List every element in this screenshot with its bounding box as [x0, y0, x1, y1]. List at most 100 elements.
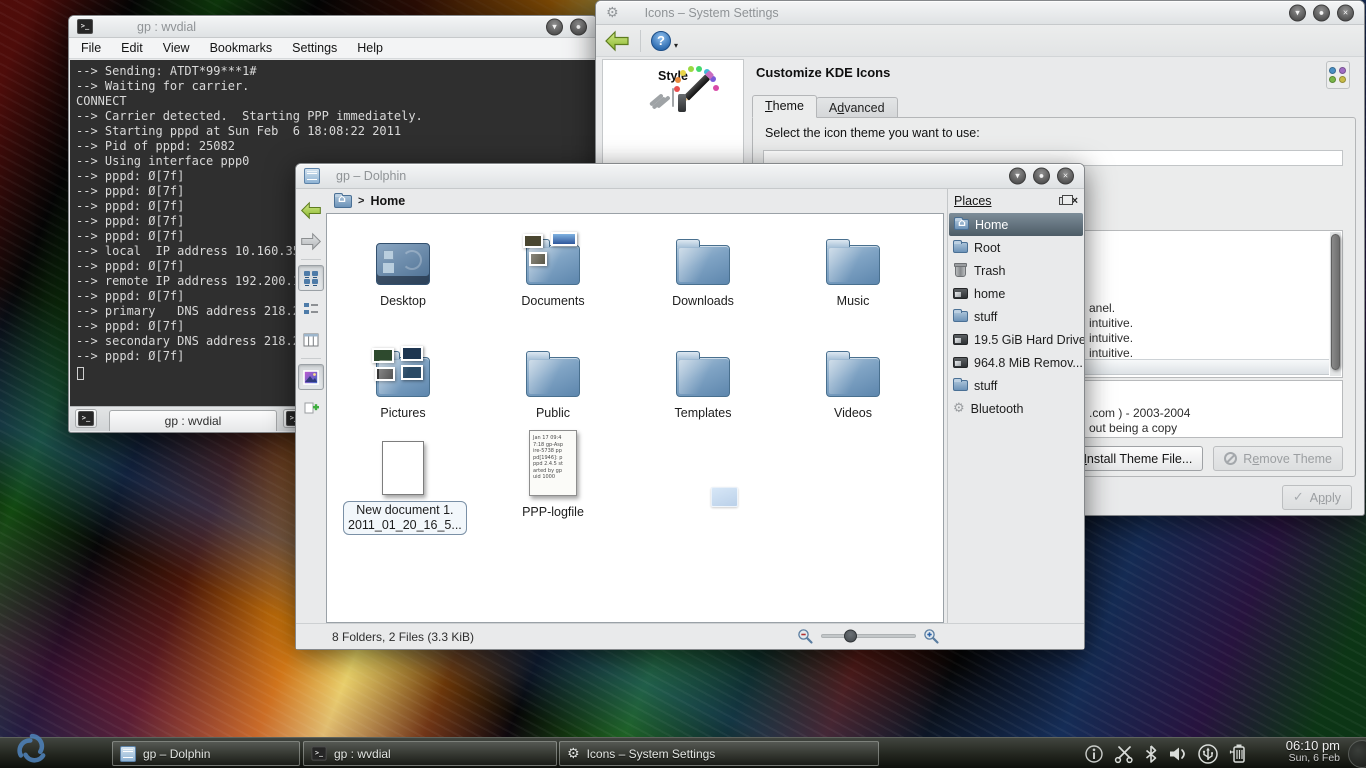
- places-item-hard-drive[interactable]: 19.5 GiB Hard Drive: [948, 328, 1084, 351]
- overview-icon[interactable]: [1326, 61, 1350, 89]
- new-tab-button[interactable]: >_: [75, 409, 97, 428]
- back-icon: [300, 201, 322, 220]
- task-label: gp : wvdial: [334, 747, 391, 761]
- sidebar-item-style[interactable]: Style: [603, 60, 743, 83]
- konsole-tab[interactable]: gp : wvdial: [109, 410, 277, 431]
- places-item-removable[interactable]: 964.8 MiB Remov...: [948, 351, 1084, 374]
- dolphin-window-title: gp – Dolphin: [336, 169, 406, 183]
- menu-edit[interactable]: Edit: [121, 41, 143, 55]
- forward-icon: [300, 232, 322, 251]
- clock[interactable]: 06:10 pm Sun, 6 Feb: [1286, 739, 1340, 765]
- places-item-root[interactable]: Root: [948, 236, 1084, 259]
- minimize-icon[interactable]: ▾: [1009, 168, 1026, 185]
- trash-icon: [955, 264, 966, 277]
- maximize-icon[interactable]: ●: [1033, 168, 1050, 185]
- folder-item-pictures[interactable]: Pictures: [343, 339, 463, 420]
- zoom-in-icon[interactable]: [923, 628, 940, 645]
- file-item-ppp-logfile[interactable]: Jan 17 09:4 7:18 gp-Asp ire-5738 pp pd[1…: [493, 426, 613, 519]
- folder-item-templates[interactable]: Templates: [643, 339, 763, 420]
- close-icon[interactable]: ×: [1337, 4, 1354, 21]
- forward-button[interactable]: [298, 228, 324, 254]
- bluetooth-icon[interactable]: [1143, 744, 1159, 764]
- folder-item-desktop[interactable]: Desktop: [343, 227, 463, 308]
- places-item-home-partition[interactable]: home: [948, 282, 1084, 305]
- battery-icon[interactable]: [1228, 743, 1248, 765]
- klipper-scissors-icon[interactable]: [1113, 744, 1134, 764]
- home-folder-icon[interactable]: [334, 195, 352, 208]
- task-system-settings[interactable]: ⚙ Icons – System Settings: [559, 741, 879, 766]
- places-header: Places: [954, 194, 1055, 208]
- places-item-home[interactable]: Home: [949, 213, 1083, 236]
- folder-item-documents[interactable]: Documents: [493, 227, 613, 308]
- panel-cashew-icon[interactable]: [1348, 740, 1366, 768]
- blank-document-icon: [382, 441, 424, 495]
- close-icon[interactable]: ×: [1057, 168, 1074, 185]
- menu-settings[interactable]: Settings: [292, 41, 337, 55]
- task-label: gp – Dolphin: [143, 747, 210, 761]
- folder-item-public[interactable]: Public: [493, 339, 613, 420]
- places-item-stuff[interactable]: stuff: [948, 305, 1084, 328]
- notifications-icon[interactable]: [1084, 744, 1104, 764]
- zoom-out-icon[interactable]: [797, 628, 814, 645]
- places-item-trash[interactable]: Trash: [948, 259, 1084, 282]
- remove-theme-button[interactable]: Remove Theme: [1213, 446, 1343, 471]
- folder-view[interactable]: Desktop Documents Downloads Music: [326, 213, 944, 623]
- system-settings-window-title: Icons – System Settings: [645, 6, 779, 20]
- preview-toggle-button[interactable]: [298, 364, 324, 390]
- columns-view-button[interactable]: [298, 327, 324, 353]
- clock-time: 06:10 pm: [1286, 739, 1340, 753]
- system-settings-titlebar[interactable]: ⚙ Icons – System Settings ▾ ● ×: [596, 1, 1364, 25]
- folder-icon: [953, 311, 968, 322]
- tab-advanced[interactable]: Advanced: [816, 97, 898, 118]
- file-label-line1: New document 1.: [348, 503, 462, 518]
- folder-item-videos[interactable]: Videos: [793, 339, 913, 420]
- device-notifier-usb-icon[interactable]: [1197, 743, 1219, 765]
- item-label: Templates: [643, 406, 763, 420]
- places-item-bluetooth[interactable]: ⚙ Bluetooth: [948, 397, 1084, 420]
- scrollbar-thumb[interactable]: [1331, 234, 1340, 370]
- volume-icon[interactable]: [1168, 744, 1188, 764]
- copyright-fragment: .com ) - 2003-2004: [1089, 406, 1190, 420]
- window-dolphin: gp – Dolphin ▾ ● ×: [295, 163, 1085, 650]
- details-view-button[interactable]: [298, 296, 324, 322]
- remove-icon: [1224, 452, 1237, 465]
- zoom-slider[interactable]: [821, 634, 916, 638]
- apply-button[interactable]: ✓ Apply: [1282, 485, 1352, 510]
- konsole-titlebar[interactable]: >_ gp : wvdial ▾ ●: [69, 16, 597, 38]
- menu-bookmarks[interactable]: Bookmarks: [210, 41, 273, 55]
- minimize-icon[interactable]: ▾: [1289, 4, 1306, 21]
- back-button[interactable]: [298, 197, 324, 223]
- tab-theme[interactable]: Theme: [752, 95, 817, 118]
- maximize-icon[interactable]: ●: [1313, 4, 1330, 21]
- task-konsole[interactable]: >_ gp : wvdial: [303, 741, 557, 766]
- item-label: Pictures: [343, 406, 463, 420]
- split-view-button[interactable]: [298, 395, 324, 421]
- task-dolphin[interactable]: gp – Dolphin: [112, 741, 300, 766]
- folder-item-downloads[interactable]: Downloads: [643, 227, 763, 308]
- minimize-icon[interactable]: ▾: [546, 18, 563, 35]
- folder-item-music[interactable]: Music: [793, 227, 913, 308]
- bluetooth-icon: ⚙: [953, 402, 965, 415]
- sidebar-item-device[interactable]: [603, 83, 743, 107]
- dolphin-toolbar: [296, 189, 326, 649]
- theme-description-fragment: intuitive.: [1089, 331, 1133, 345]
- app-launcher-icon[interactable]: [6, 727, 58, 768]
- menu-help[interactable]: Help: [357, 41, 383, 55]
- places-item-stuff-2[interactable]: stuff: [948, 374, 1084, 397]
- place-label: Trash: [974, 264, 1006, 278]
- scrollbar[interactable]: [1330, 232, 1341, 376]
- back-button[interactable]: [604, 30, 630, 52]
- text-file-icon: Jan 17 09:4 7:18 gp-Asp ire-5738 pp pd[1…: [529, 430, 577, 496]
- help-button[interactable]: ? ▾: [651, 31, 678, 51]
- dolphin-titlebar[interactable]: gp – Dolphin ▾ ● ×: [296, 164, 1084, 189]
- menu-view[interactable]: View: [163, 41, 190, 55]
- icons-view-button[interactable]: [298, 265, 324, 291]
- zoom-slider-knob[interactable]: [844, 630, 857, 643]
- maximize-icon[interactable]: ●: [570, 18, 587, 35]
- file-item-new-document[interactable]: New document 1. 2011_01_20_16_5...: [343, 437, 463, 535]
- breadcrumb-home[interactable]: Home: [370, 194, 405, 208]
- menu-file[interactable]: File: [81, 41, 101, 55]
- folder-icon: [676, 357, 730, 397]
- help-icon: ?: [651, 31, 671, 51]
- float-panel-icon[interactable]: [1059, 197, 1068, 205]
